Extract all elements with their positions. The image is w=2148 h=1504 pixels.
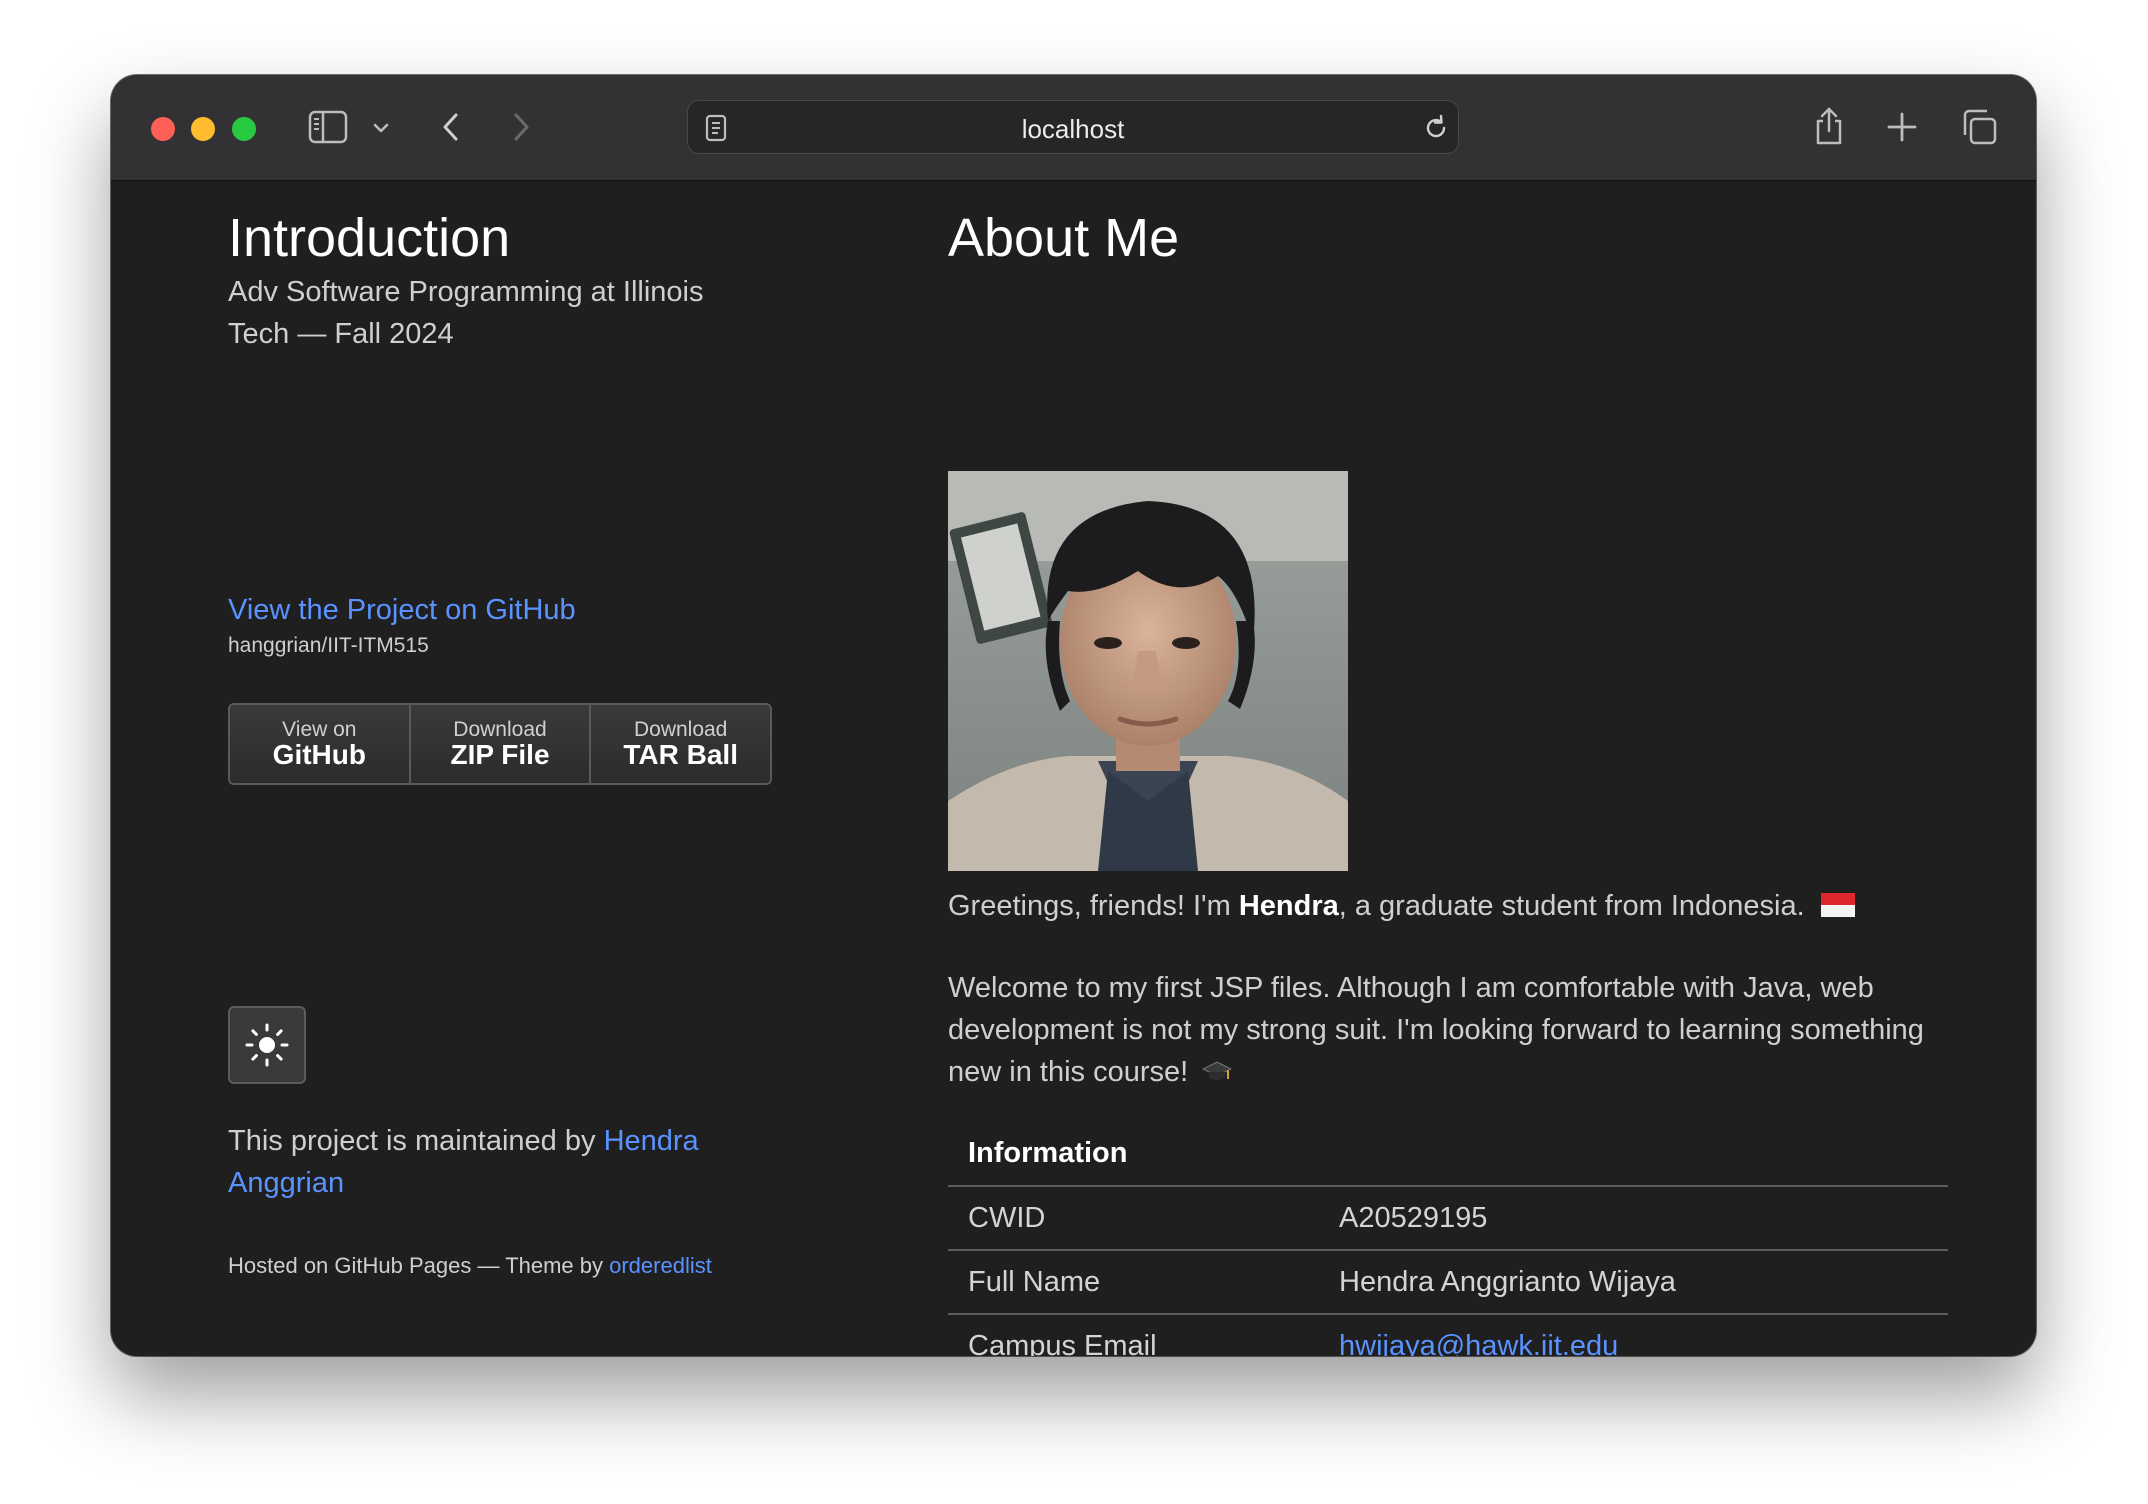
download-zip-button[interactable]: Download ZIP File: [410, 705, 592, 783]
greeting: Greetings, friends! I'm Hendra, a gradua…: [948, 885, 1948, 927]
maintained-by: This project is maintained by Hendra Ang…: [228, 1120, 748, 1204]
row-value: hwijaya@hawk.iit.edu: [1319, 1314, 1948, 1356]
project-link[interactable]: View the Project on GitHub: [228, 594, 576, 627]
profile-photo: [948, 471, 1348, 871]
greeting-before: Greetings, friends! I'm: [948, 890, 1239, 922]
tab-overview-icon[interactable]: [1960, 108, 1998, 146]
tagline: Adv Software Programming at Illinois Tec…: [228, 276, 704, 350]
browser-toolbar: localhost: [111, 75, 2036, 181]
graduation-cap-icon: [1202, 1061, 1233, 1080]
close-window-button[interactable]: [151, 117, 175, 141]
sidebar-toggle-icon[interactable]: [308, 110, 348, 144]
reload-icon[interactable]: [1421, 113, 1451, 143]
button-small-label: View on: [282, 718, 357, 741]
row-label: Full Name: [948, 1250, 1319, 1315]
back-arrow-icon[interactable]: [439, 110, 463, 144]
theme-author-link[interactable]: orderedlist: [609, 1253, 712, 1278]
project-repo: hanggrian/IIT-ITM515: [228, 634, 429, 657]
button-small-label: Download: [633, 718, 728, 741]
greeting-after: , a graduate student from Indonesia.: [1338, 890, 1805, 922]
zoom-window-button[interactable]: [232, 117, 256, 141]
button-small-label: Download: [453, 718, 547, 741]
theme-toggle-button[interactable]: [228, 1006, 306, 1084]
address-bar[interactable]: localhost: [687, 100, 1459, 154]
chevron-down-icon[interactable]: [371, 118, 391, 138]
table-header: Information: [948, 1121, 1948, 1187]
hosted-prefix: Hosted on GitHub Pages — Theme by: [228, 1253, 610, 1278]
download-tar-button[interactable]: Download TAR Ball: [591, 705, 770, 783]
view-on-github-button[interactable]: View on GitHub: [230, 705, 411, 783]
row-value: A20529195: [1319, 1186, 1948, 1251]
address-text: localhost: [1021, 114, 1125, 144]
download-buttons: View on GitHub Download ZIP File Downloa…: [228, 703, 772, 785]
forward-arrow-icon[interactable]: [509, 110, 533, 144]
button-big-label: GitHub: [272, 739, 366, 770]
row-label: CWID: [948, 1186, 1319, 1251]
page-content: Introduction Adv Software Programming at…: [111, 181, 2036, 1356]
welcome-text: Welcome to my first JSP files. Although …: [948, 967, 1948, 1093]
welcome-body: Welcome to my first JSP files. Although …: [948, 972, 1924, 1088]
browser-window: localhost Introduction Adv Software Prog…: [111, 75, 2036, 1356]
button-big-label: ZIP File: [450, 739, 550, 770]
hosted-note: Hosted on GitHub Pages — Theme by ordere…: [228, 1253, 712, 1279]
greeting-name: Hendra: [1238, 890, 1339, 922]
email-link[interactable]: hwijaya@hawk.iit.edu: [1339, 1330, 1618, 1357]
maintained-prefix: This project is maintained by: [228, 1125, 604, 1157]
share-icon[interactable]: [1811, 104, 1847, 148]
table-row: Campus Email hwijaya@hawk.iit.edu: [948, 1314, 1948, 1356]
indonesia-flag-icon: [1820, 893, 1855, 917]
new-tab-icon[interactable]: [1886, 111, 1918, 143]
sidebar-title: Introduction: [228, 208, 511, 268]
button-big-label: TAR Ball: [623, 739, 738, 770]
sun-icon: [245, 1023, 289, 1067]
table-row: CWID A20529195: [948, 1186, 1948, 1251]
row-label: Campus Email: [948, 1314, 1319, 1356]
information-table: Information CWID A20529195 Full Name Hen…: [948, 1121, 1948, 1356]
minimize-window-button[interactable]: [191, 117, 215, 141]
table-row: Full Name Hendra Anggrianto Wijaya: [948, 1250, 1948, 1315]
row-value: Hendra Anggrianto Wijaya: [1319, 1250, 1948, 1315]
main-title: About Me: [948, 208, 1180, 268]
